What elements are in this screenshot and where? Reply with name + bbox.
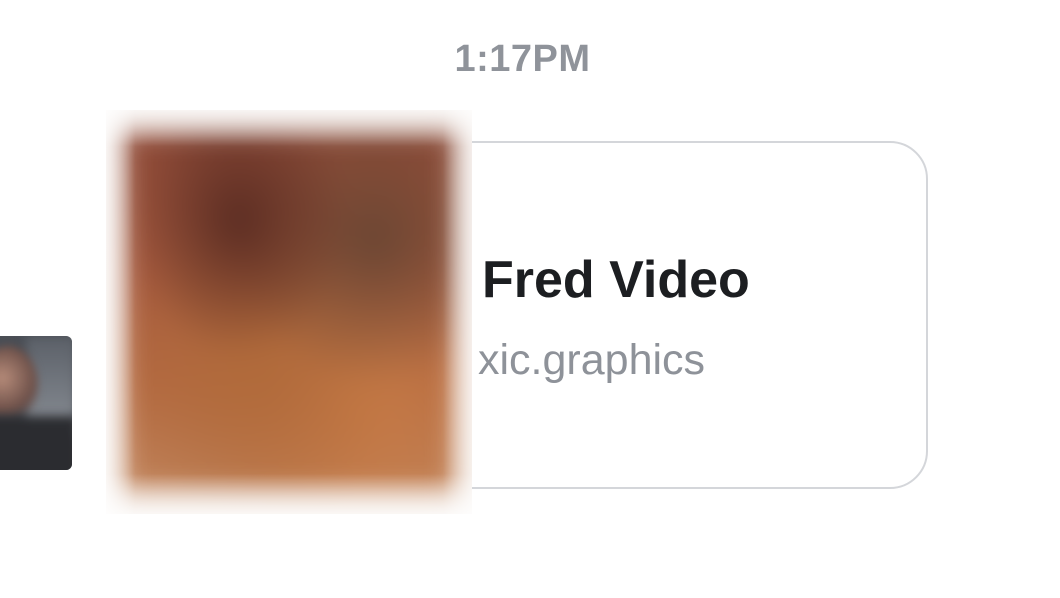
message-timestamp: 1:17PM: [454, 38, 591, 80]
sender-avatar[interactable]: [0, 336, 72, 470]
link-preview-thumbnail[interactable]: [106, 110, 472, 514]
conversation-view: 1:17PM Fred Video xic.graphics: [0, 0, 1060, 598]
link-preview-domain: xic.graphics: [478, 336, 706, 384]
link-preview-title[interactable]: Fred Video: [482, 250, 750, 310]
